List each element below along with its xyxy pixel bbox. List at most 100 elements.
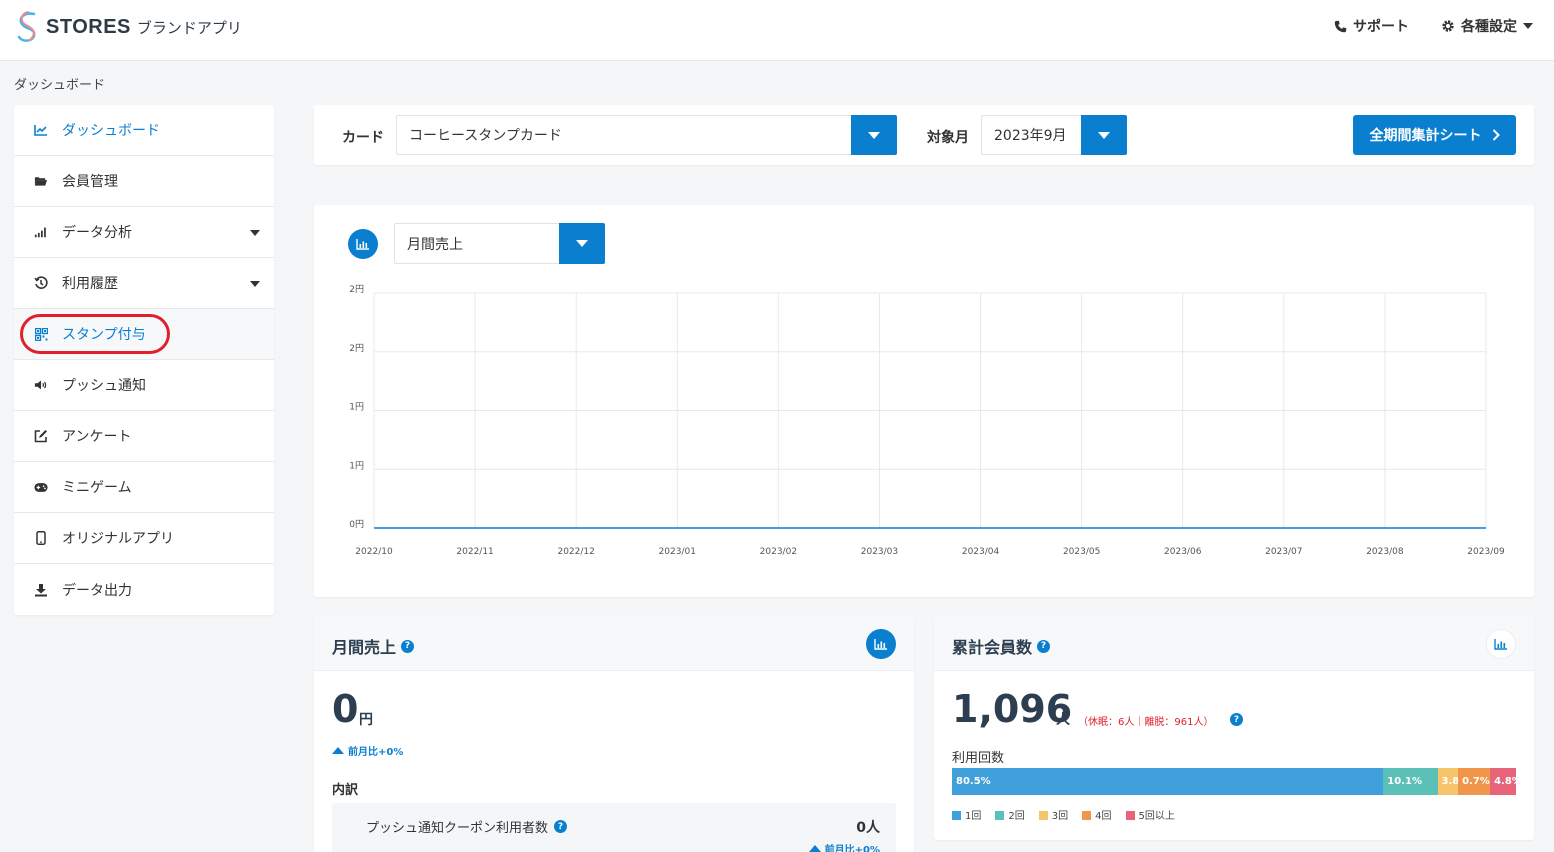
month-filter-label: 対象月 — [927, 130, 969, 146]
x-tick-label: 2022/11 — [456, 547, 493, 557]
members-unit: 人 — [1056, 712, 1070, 728]
card-select-toggle[interactable] — [851, 115, 897, 155]
sidebar-item-analytics[interactable]: データ分析 — [14, 207, 274, 258]
sidebar-item-label: アンケート — [62, 429, 132, 445]
signal-bars-icon — [34, 225, 48, 239]
settings-label: 各種設定 — [1461, 19, 1517, 35]
bar-chart-icon[interactable] — [1486, 629, 1516, 659]
x-tick-label: 2022/12 — [557, 547, 594, 557]
brand-name: STORES — [46, 15, 131, 38]
sidebar-item-members[interactable]: 会員管理 — [14, 156, 274, 207]
legend-item: 5回以上 — [1125, 807, 1175, 822]
bar-chart-icon[interactable] — [866, 629, 896, 659]
month-select[interactable]: 2023年9月 — [981, 115, 1127, 155]
brand-subtitle: ブランドアプリ — [136, 18, 242, 37]
help-icon[interactable]: ? — [401, 639, 415, 653]
legend-item: 3回 — [1038, 807, 1068, 822]
legend-swatch — [952, 811, 961, 820]
sidebar-item-dashboard[interactable]: ダッシュボード — [14, 105, 274, 156]
x-tick-label: 2023/09 — [1467, 547, 1505, 557]
sales-delta: 前月比+0% — [332, 743, 403, 758]
y-tick-label: 1円 — [349, 460, 364, 471]
gamepad-icon — [34, 480, 48, 494]
x-tick-label: 2023/03 — [861, 547, 898, 557]
download-icon — [34, 583, 48, 597]
help-icon[interactable]: ? — [1230, 713, 1243, 726]
phone-icon — [1334, 20, 1347, 32]
full-period-sheet-label: 全期間集計シート — [1369, 128, 1482, 144]
sidebar-item-label: オリジナルアプリ — [62, 531, 174, 547]
x-tick-label: 2023/04 — [962, 547, 1000, 557]
card-filter-label: カード — [342, 130, 384, 146]
sidebar-item-stamp[interactable]: スタンプ付与 — [14, 309, 274, 360]
help-icon[interactable]: ? — [554, 820, 568, 833]
usage-segment: 0.7% — [1458, 768, 1491, 795]
usage-segment: 10.1% — [1383, 768, 1438, 795]
total-members-card: 累計会員数 ? 1,096 人 （休眠：6人｜離脱：961人） ? 利用回数 8… — [934, 617, 1534, 840]
sidebar-item-original-app[interactable]: オリジナルアプリ — [14, 513, 274, 564]
card-header: 累計会員数 ? — [934, 617, 1534, 671]
triangle-up-icon — [808, 845, 821, 852]
brand-logo[interactable]: STORES ブランドアプリ — [14, 9, 242, 45]
legend-label: 4回 — [1095, 811, 1112, 822]
members-card-title: 累計会員数 — [952, 638, 1033, 657]
usage-label: 利用回数 — [952, 751, 1005, 766]
sidebar-item-label: ダッシュボード — [62, 123, 160, 139]
x-tick-label: 2023/05 — [1063, 547, 1100, 557]
settings-menu[interactable]: 各種設定 — [1441, 16, 1533, 36]
sidebar-item-minigame[interactable]: ミニゲーム — [14, 462, 274, 513]
chart-panel: 月間売上 2円 2円 1円 1円 0円 2022/10 2022/11 2022/12 2023… — [314, 205, 1534, 597]
x-tick-label: 2023/07 — [1265, 547, 1302, 557]
legend-item: 1回 — [952, 807, 981, 822]
stores-logo-icon — [17, 11, 36, 42]
sales-card-title: 月間売上 — [332, 638, 397, 657]
sidebar-item-survey[interactable]: アンケート — [14, 411, 274, 462]
legend-label: 5回以上 — [1138, 811, 1175, 822]
x-tick-label: 2023/08 — [1366, 547, 1404, 557]
breadcrumb: ダッシュボード — [14, 78, 106, 93]
legend-swatch — [1082, 811, 1092, 820]
legend-swatch — [1125, 811, 1135, 820]
y-tick-label: 0円 — [349, 519, 364, 530]
full-period-sheet-button[interactable]: 全期間集計シート — [1353, 115, 1516, 155]
card-title: 月間売上 ? — [332, 634, 415, 658]
support-link[interactable]: サポート — [1334, 16, 1409, 36]
usage-segment: 3.8% — [1437, 768, 1459, 795]
members-dormant-note: （休眠：6人｜離脱：961人） — [1078, 717, 1214, 728]
sales-delta-text: 前月比+0% — [348, 747, 404, 758]
breakdown-row: プッシュ通知クーポン利用者数 ? 0人 前月比+0% — [332, 803, 896, 852]
card-title: 累計会員数 ? — [952, 634, 1051, 658]
breakdown-delta-text: 前月比+0% — [824, 845, 880, 852]
legend-item: 2回 — [995, 807, 1025, 822]
legend-label: 2回 — [1008, 811, 1025, 822]
month-select-value: 2023年9月 — [994, 128, 1067, 144]
card-select-value: コーヒースタンプカード — [409, 128, 562, 144]
chevron-down-icon — [250, 230, 260, 236]
sidebar-item-label: データ出力 — [62, 582, 132, 599]
monthly-sales-card: 月間売上 ? 0 円 前月比+0% 内訳 プッシュ通知クーポン利用者数 ? 0人… — [314, 617, 914, 852]
card-select[interactable]: コーヒースタンプカード — [396, 115, 897, 155]
sidebar-item-history[interactable]: 利用履歴 — [14, 258, 274, 309]
edit-icon — [34, 429, 48, 443]
legend-label: 1回 — [965, 811, 982, 822]
folder-open-icon — [34, 174, 48, 188]
triangle-up-icon — [332, 747, 344, 754]
sidebar: ダッシュボード 会員管理 データ分析 利用履歴 スタンプ付与 プッシュ通知 アン… — [14, 105, 274, 615]
sidebar-item-label: 会員管理 — [62, 174, 118, 190]
sidebar-item-label: プッシュ通知 — [62, 378, 146, 394]
breakdown-value: 0人 — [856, 820, 880, 836]
sales-value: 0 — [332, 687, 359, 731]
top-header: STORES ブランドアプリ サポート 各種設定 — [0, 0, 1554, 61]
y-tick-label: 1円 — [349, 402, 364, 413]
help-icon[interactable]: ? — [1037, 639, 1051, 653]
monthly-sales-chart: 2円 2円 1円 1円 0円 2022/10 2022/11 2022/12 2023/01 20… — [349, 284, 1505, 557]
chevron-down-icon — [868, 131, 880, 139]
month-select-toggle[interactable] — [1081, 115, 1127, 155]
usage-segment: 80.5% — [952, 768, 1384, 795]
x-tick-label: 2022/10 — [355, 547, 393, 557]
x-tick-label: 2023/02 — [760, 547, 797, 557]
sidebar-item-label: 利用履歴 — [62, 276, 118, 292]
x-tick-label: 2023/01 — [659, 547, 696, 557]
sidebar-item-export[interactable]: データ出力 — [14, 564, 274, 615]
sidebar-item-push[interactable]: プッシュ通知 — [14, 360, 274, 411]
